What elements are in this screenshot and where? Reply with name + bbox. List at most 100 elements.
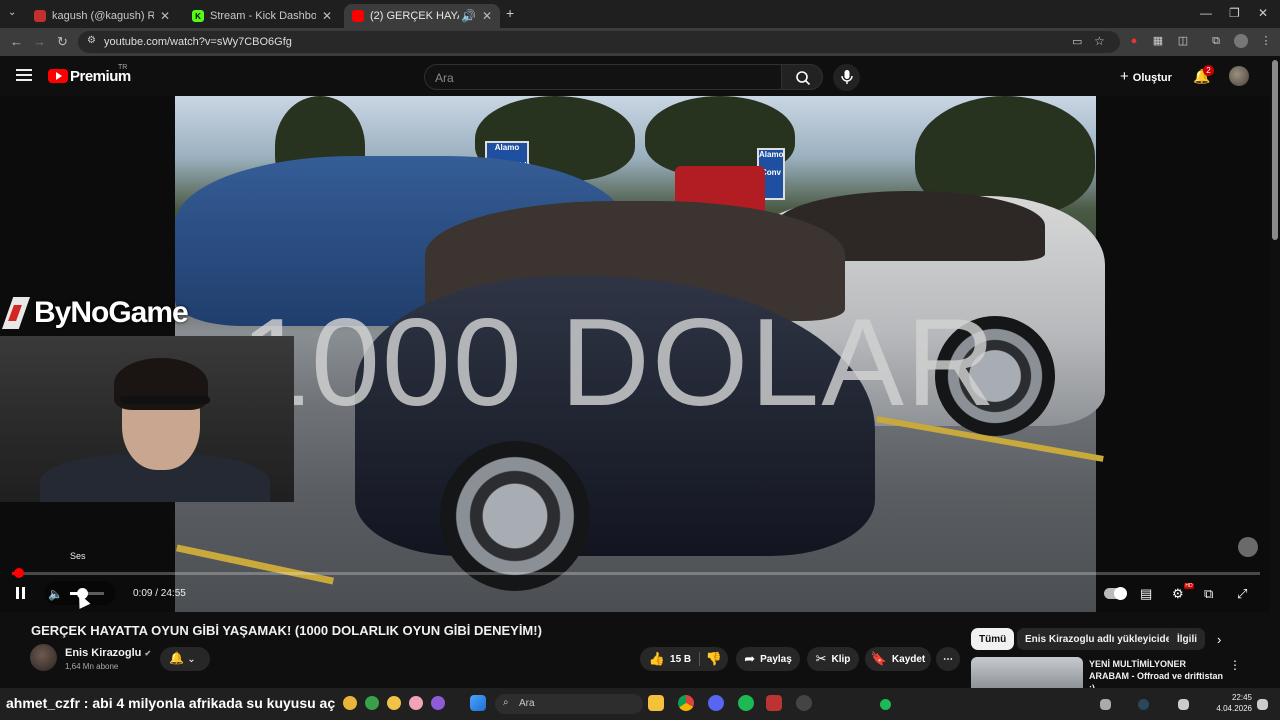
pause-icon[interactable] (15, 587, 27, 599)
taskbar-search[interactable]: ⌕ Ara (495, 694, 643, 714)
chip-from-uploader[interactable]: Enis Kirazoglu adlı yükleyiciden (1017, 628, 1186, 650)
new-tab-button[interactable]: + (506, 5, 514, 21)
chevron-right-icon[interactable]: › (1217, 632, 1221, 647)
taskbar-search-placeholder: Ara (519, 698, 535, 709)
save-label: Kaydet (891, 653, 926, 665)
bynogame-text: ByNoGame (34, 296, 189, 329)
notification-badge: 2 (1203, 65, 1214, 76)
emoji-icon (343, 696, 358, 710)
browser-tab-strip: ⌄ kagush (@kagush) Realtime Kic ✕ K Stre… (0, 0, 1280, 28)
channel-watermark-icon[interactable] (1238, 537, 1258, 557)
account-avatar[interactable] (1229, 66, 1249, 86)
discord-icon[interactable] (708, 695, 724, 711)
hd-badge: HD (1184, 583, 1194, 589)
close-tab-icon[interactable]: ✕ (160, 9, 170, 23)
tray-volume-icon[interactable] (1178, 699, 1189, 710)
dislike-icon: 👎 (705, 651, 723, 666)
chip-all[interactable]: Tümü (971, 628, 1015, 650)
miniplayer-icon[interactable]: ⧉ (1204, 586, 1213, 602)
autoplay-toggle[interactable] (1104, 587, 1127, 600)
verified-icon: ✔ (144, 649, 152, 658)
url-text[interactable]: youtube.com/watch?v=sWy7CBO6Gfg (104, 36, 292, 48)
video-player[interactable]: AlamoConvertible AlamoConv 1000 DOLAR By… (0, 96, 1270, 612)
extension-icon[interactable]: ◫ (1176, 34, 1190, 48)
minimize-icon[interactable]: — (1200, 6, 1212, 20)
like-button[interactable]: 👍 15 B (640, 647, 700, 671)
tray-icon[interactable] (1100, 699, 1111, 710)
tray-steam-icon[interactable] (1138, 699, 1149, 710)
restore-icon[interactable]: ❐ (1229, 6, 1240, 20)
video-title: GERÇEK HAYATTA OYUN GİBİ YAŞAMAK! (1000 … (31, 623, 542, 638)
cast-icon[interactable]: ▭ (1072, 35, 1082, 48)
share-button[interactable]: ➦ Paylaş (736, 647, 800, 671)
close-window-icon[interactable]: ✕ (1258, 6, 1268, 20)
browser-tab-kick-dashboard[interactable]: K Stream - Kick Dashboard ✕ (184, 4, 340, 28)
progress-scrubber[interactable] (14, 568, 25, 578)
clip-button[interactable]: ✂ Klip (807, 647, 859, 671)
tray-spotify-icon[interactable] (880, 699, 891, 710)
page-scrollbar[interactable] (1272, 60, 1278, 240)
fullscreen-icon[interactable]: ⤢ (1237, 586, 1247, 602)
youtube-logo-icon[interactable] (48, 69, 68, 83)
dislike-button[interactable]: 👎 (700, 647, 728, 671)
channel-name[interactable]: Enis Kirazoglu ✔ (65, 647, 151, 659)
streamer-webcam (0, 336, 294, 502)
plus-icon: + (1120, 68, 1129, 85)
file-explorer-icon[interactable] (648, 695, 664, 711)
browser-menu-icon[interactable]: ⋮ (1259, 34, 1273, 48)
webcam-headphones (120, 396, 210, 404)
bynogame-logo: ByNoGame (2, 296, 189, 330)
omnibox[interactable]: ⚙ youtube.com/watch?v=sWy7CBO6Gfg ▭ ☆ (78, 31, 1120, 53)
like-count: 15 B (670, 653, 692, 665)
extension-icon[interactable]: ▦ (1151, 34, 1165, 48)
chip-related[interactable]: İlgili (1169, 628, 1205, 650)
region-label: TR (118, 64, 128, 71)
save-button[interactable]: 🔖 Kaydet (865, 647, 931, 671)
scissors-icon: ✂ (815, 651, 827, 666)
extension-red-icon[interactable]: ● (1127, 34, 1141, 48)
settings-icon[interactable]: ⚙ (1172, 586, 1184, 602)
subscriber-count: 1,64 Mn abone (65, 662, 119, 671)
clock-date: 4.04.2026 (1216, 704, 1252, 713)
chrome-icon[interactable] (678, 695, 694, 711)
back-icon[interactable]: ← (10, 34, 23, 49)
subscription-bell-button[interactable]: 🔔 ⌄ (160, 647, 210, 671)
browser-tab-youtube[interactable]: (2) GERÇEK HAYATTA OYUN 🔊 ✕ (344, 4, 500, 28)
share-icon: ➦ (744, 651, 756, 666)
chat-username: ahmet_czfr (6, 695, 80, 711)
windows-start-icon[interactable] (470, 695, 486, 711)
site-info-icon[interactable]: ⚙ (87, 35, 96, 46)
recommendation-menu-icon[interactable]: ⋮ (1229, 658, 1241, 672)
emoji-icon (408, 696, 423, 710)
voice-search-button[interactable] (833, 64, 860, 91)
channel-name-text: Enis Kirazoglu (65, 647, 142, 659)
volume-icon[interactable]: 🔈 (48, 587, 63, 601)
notification-center-icon[interactable] (1257, 699, 1268, 710)
progress-bar[interactable] (12, 568, 1260, 578)
profile-icon[interactable] (1234, 34, 1248, 48)
bookmark-star-icon[interactable]: ☆ (1094, 34, 1105, 48)
subtitles-icon[interactable]: ▤ (1140, 586, 1152, 602)
hamburger-icon[interactable] (16, 69, 32, 81)
search-button[interactable] (781, 64, 823, 90)
channel-avatar[interactable] (30, 644, 57, 671)
reload-icon[interactable]: ↻ (57, 34, 68, 50)
spotify-icon[interactable] (738, 695, 754, 711)
search-input[interactable]: Ara (424, 64, 782, 90)
forward-icon[interactable]: → (33, 34, 46, 49)
browser-tab-kick-realtime[interactable]: kagush (@kagush) Realtime Kic ✕ (26, 4, 178, 28)
audio-playing-icon[interactable]: 🔊 (461, 9, 476, 23)
more-icon: ⋯ (943, 653, 953, 665)
app-icon[interactable] (766, 695, 782, 711)
puzzle-icon[interactable]: ⧉ (1209, 34, 1223, 48)
close-tab-icon[interactable]: ✕ (322, 9, 332, 23)
close-tab-icon[interactable]: ✕ (482, 9, 492, 23)
create-button[interactable]: + Oluştur (1120, 68, 1172, 85)
taskbar-clock[interactable]: 22:45 4.04.2026 (1212, 692, 1252, 714)
obs-icon[interactable] (796, 695, 812, 711)
more-actions-button[interactable]: ⋯ (936, 647, 960, 671)
wheel (440, 441, 590, 591)
bell-icon: 🔔 (169, 651, 184, 665)
kick-favicon-icon (34, 10, 46, 22)
tab-search-icon[interactable]: ⌄ (8, 7, 16, 18)
